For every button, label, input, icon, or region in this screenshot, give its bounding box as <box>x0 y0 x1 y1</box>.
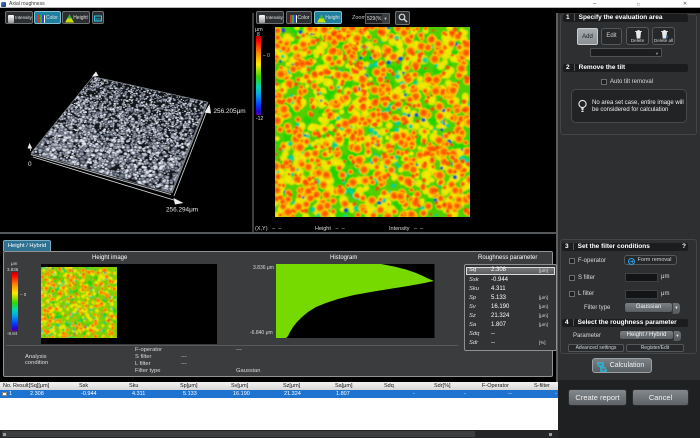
svg-text:256.205μm: 256.205μm <box>214 108 246 115</box>
svg-text:256.294μm: 256.294μm <box>166 207 198 214</box>
svg-text:0: 0 <box>28 161 32 168</box>
